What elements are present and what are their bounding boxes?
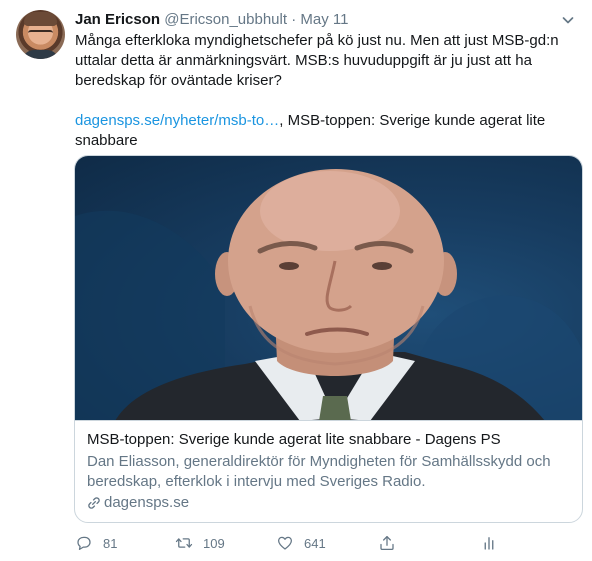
chevron-down-icon[interactable]	[560, 12, 576, 28]
analytics-icon	[484, 537, 494, 550]
like-count: 641	[304, 535, 326, 551]
card-body: MSB-toppen: Sverige kunde agerat lite sn…	[75, 421, 582, 513]
reply-button[interactable]: 81	[75, 531, 117, 555]
avatar-shirt	[22, 50, 59, 59]
author-name[interactable]: Jan Ericson	[75, 11, 160, 28]
tweet-link-line: dagensps.se/nyheter/msb-to…, MSB-toppen:…	[75, 111, 575, 151]
retweet-count: 109	[203, 535, 225, 551]
card-title: MSB-toppen: Sverige kunde agerat lite sn…	[87, 431, 501, 448]
share-icon	[380, 535, 394, 551]
card-image[interactable]	[75, 156, 582, 421]
retweet-button[interactable]: 109	[175, 531, 225, 555]
card-photo	[75, 169, 582, 420]
share-button[interactable]	[378, 531, 396, 555]
analytics-button[interactable]	[480, 531, 498, 555]
link-icon	[88, 497, 100, 509]
tweet-text: Många efterkloka myndighetschefer på kö …	[75, 31, 575, 151]
like-button[interactable]: 641	[276, 531, 326, 555]
card-domain-row: dagensps.se	[87, 493, 570, 513]
heart-icon	[277, 536, 293, 550]
card-domain: dagensps.se	[104, 494, 190, 511]
author-handle[interactable]: @Ericson_ubbhult	[164, 11, 287, 28]
avatar[interactable]	[16, 10, 65, 59]
card-description: Dan Eliasson, generaldirektör för Myndig…	[87, 453, 551, 490]
avatar-glasses	[28, 30, 53, 36]
retweet-icon	[175, 538, 193, 548]
comment-icon	[77, 536, 91, 551]
avatar-hair	[24, 12, 57, 26]
tweet-actions: 81 109 641	[75, 531, 505, 555]
tweet-header: Jan Ericson @Ericson_ubbhult · May 11	[75, 10, 576, 30]
tweet-link[interactable]: dagensps.se/nyheter/msb-to…	[75, 112, 279, 129]
tweet-paragraph: Många efterkloka myndighetschefer på kö …	[75, 32, 559, 89]
tweet-date[interactable]: May 11	[300, 11, 348, 28]
reply-count: 81	[103, 535, 118, 551]
link-card[interactable]: MSB-toppen: Sverige kunde agerat lite sn…	[74, 155, 583, 523]
date-separator: ·	[291, 11, 297, 28]
